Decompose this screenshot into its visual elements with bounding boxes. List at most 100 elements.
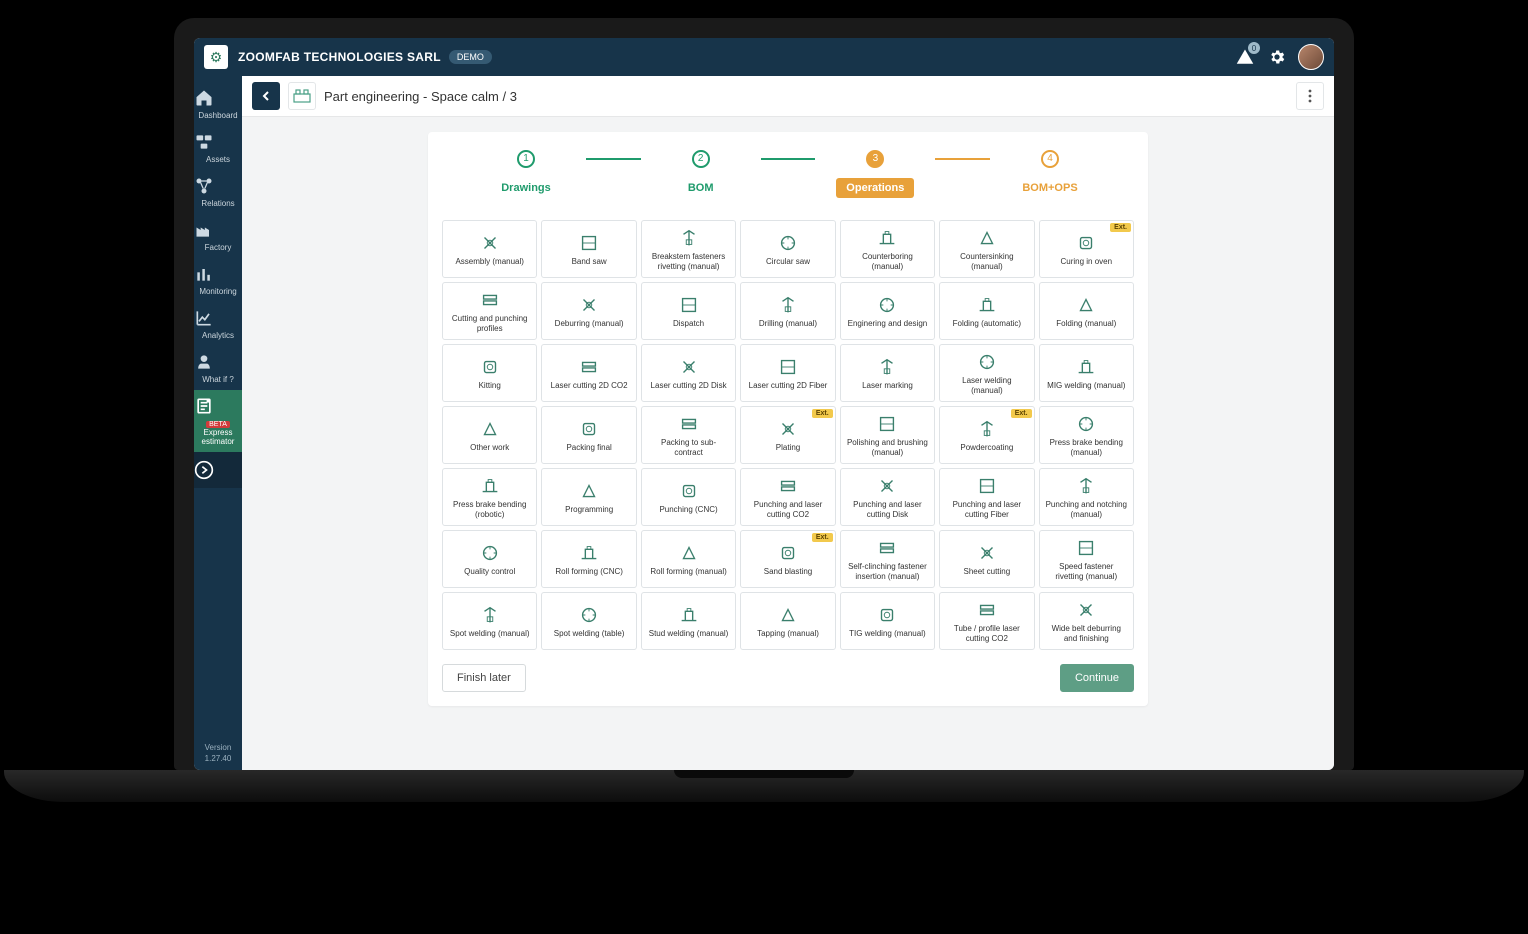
operation-enginering-and-design[interactable]: Enginering and design (840, 282, 935, 340)
operation-label: Countersinking (manual) (946, 252, 1027, 271)
operation-label: Laser cutting 2D Fiber (749, 381, 828, 391)
operation-sand-blasting[interactable]: Ext.Sand blasting (740, 530, 835, 588)
sidebar-item-analytics[interactable]: Analytics (194, 302, 242, 346)
operation-icon (876, 294, 898, 316)
operation-packing-final[interactable]: Packing final (541, 406, 636, 464)
operation-speed-fastener-rivetting-manual[interactable]: Speed fastener rivetting (manual) (1039, 530, 1134, 588)
back-button[interactable] (252, 82, 280, 110)
operation-deburring-manual[interactable]: Deburring (manual) (541, 282, 636, 340)
step-bom-ops[interactable]: 4BOM+OPS (990, 150, 1110, 196)
operation-label: Self-clinching fastener insertion (manua… (847, 562, 928, 581)
sub-header: Part engineering - Space calm / 3 (242, 76, 1334, 116)
operation-icon (1075, 356, 1097, 378)
operation-label: Cutting and punching profiles (449, 314, 530, 333)
step-operations[interactable]: 3Operations (815, 150, 935, 198)
operation-icon (777, 604, 799, 626)
operation-laser-cutting-2d-disk[interactable]: Laser cutting 2D Disk (641, 344, 736, 402)
operation-icon (976, 475, 998, 497)
operation-laser-cutting-2d-co2[interactable]: Laser cutting 2D CO2 (541, 344, 636, 402)
app-logo: ⚙ (204, 45, 228, 69)
operation-cutting-and-punching-profiles[interactable]: Cutting and punching profiles (442, 282, 537, 340)
operation-mig-welding-manual[interactable]: MIG welding (manual) (1039, 344, 1134, 402)
operation-icon (578, 232, 600, 254)
operation-programming[interactable]: Programming (541, 468, 636, 526)
operation-punching-cnc[interactable]: Punching (CNC) (641, 468, 736, 526)
operation-tapping-manual[interactable]: Tapping (manual) (740, 592, 835, 650)
finish-later-button[interactable]: Finish later (442, 664, 526, 692)
operation-icon (479, 542, 501, 564)
operation-label: Punching (CNC) (659, 505, 717, 515)
operation-laser-cutting-2d-fiber[interactable]: Laser cutting 2D Fiber (740, 344, 835, 402)
sidebar-item-what-if-[interactable]: What if ? (194, 346, 242, 390)
operation-spot-welding-manual[interactable]: Spot welding (manual) (442, 592, 537, 650)
operation-drilling-manual[interactable]: Drilling (manual) (740, 282, 835, 340)
operation-other-work[interactable]: Other work (442, 406, 537, 464)
operation-stud-welding-manual[interactable]: Stud welding (manual) (641, 592, 736, 650)
operation-packing-to-sub-contract[interactable]: Packing to sub-contract (641, 406, 736, 464)
operation-punching-and-laser-cutting-fiber[interactable]: Punching and laser cutting Fiber (939, 468, 1034, 526)
operation-label: MIG welding (manual) (1047, 381, 1125, 391)
operation-icon (678, 294, 700, 316)
operation-laser-marking[interactable]: Laser marking (840, 344, 935, 402)
sidebar-item-assets[interactable]: Assets (194, 126, 242, 170)
operation-plating[interactable]: Ext.Plating (740, 406, 835, 464)
operation-wide-belt-deburring-and-finishing[interactable]: Wide belt deburring and finishing (1039, 592, 1134, 650)
operation-press-brake-bending-robotic[interactable]: Press brake bending (robotic) (442, 468, 537, 526)
operation-roll-forming-cnc[interactable]: Roll forming (CNC) (541, 530, 636, 588)
sidebar-item-factory[interactable]: Factory (194, 214, 242, 258)
more-menu-button[interactable] (1296, 82, 1324, 110)
step-connector (761, 158, 816, 160)
sidebar-item-label: What if ? (194, 375, 242, 384)
operation-roll-forming-manual[interactable]: Roll forming (manual) (641, 530, 736, 588)
operation-powdercoating[interactable]: Ext.Powdercoating (939, 406, 1034, 464)
continue-button[interactable]: Continue (1060, 664, 1134, 692)
operation-curing-in-oven[interactable]: Ext.Curing in oven (1039, 220, 1134, 278)
operation-folding-automatic[interactable]: Folding (automatic) (939, 282, 1034, 340)
operation-assembly-manual[interactable]: Assembly (manual) (442, 220, 537, 278)
operation-label: Packing final (566, 443, 611, 453)
operation-punching-and-laser-cutting-disk[interactable]: Punching and laser cutting Disk (840, 468, 935, 526)
operation-spot-welding-table[interactable]: Spot welding (table) (541, 592, 636, 650)
operation-countersinking-manual[interactable]: Countersinking (manual) (939, 220, 1034, 278)
operation-label: Punching and laser cutting CO2 (747, 500, 828, 519)
operation-self-clinching-fastener-insertion-manual[interactable]: Self-clinching fastener insertion (manua… (840, 530, 935, 588)
operation-band-saw[interactable]: Band saw (541, 220, 636, 278)
operation-kitting[interactable]: Kitting (442, 344, 537, 402)
operation-tig-welding-manual[interactable]: TIG welding (manual) (840, 592, 935, 650)
operation-circular-saw[interactable]: Circular saw (740, 220, 835, 278)
sidebar-item-label: Factory (194, 243, 242, 252)
operation-breakstem-fasteners-rivetting-manual[interactable]: Breakstem fasteners rivetting (manual) (641, 220, 736, 278)
sidebar-item-dashboard[interactable]: Dashboard (194, 82, 242, 126)
operation-label: Stud welding (manual) (649, 629, 729, 639)
step-number: 1 (517, 150, 535, 168)
operation-icon (578, 604, 600, 626)
notifications-icon[interactable]: 0 (1232, 44, 1258, 70)
settings-icon[interactable] (1264, 44, 1290, 70)
sidebar-item-express-estimator[interactable]: BETAExpress estimator (194, 390, 242, 452)
operation-label: Laser cutting 2D CO2 (551, 381, 628, 391)
operation-punching-and-notching-manual[interactable]: Punching and notching (manual) (1039, 468, 1134, 526)
step-drawings[interactable]: 1Drawings (466, 150, 586, 196)
operation-folding-manual[interactable]: Folding (manual) (1039, 282, 1134, 340)
operation-sheet-cutting[interactable]: Sheet cutting (939, 530, 1034, 588)
sidebar-next-button[interactable] (194, 452, 242, 488)
operation-punching-and-laser-cutting-co2[interactable]: Punching and laser cutting CO2 (740, 468, 835, 526)
chart-icon (194, 308, 242, 328)
avatar[interactable] (1298, 44, 1324, 70)
operation-polishing-and-brushing-manual[interactable]: Polishing and brushing (manual) (840, 406, 935, 464)
beta-badge: BETA (206, 421, 230, 428)
operation-tube-profile-laser-cutting-co2[interactable]: Tube / profile laser cutting CO2 (939, 592, 1034, 650)
step-bom[interactable]: 2BOM (641, 150, 761, 196)
operation-label: Press brake bending (robotic) (449, 500, 530, 519)
sidebar-item-relations[interactable]: Relations (194, 170, 242, 214)
operation-quality-control[interactable]: Quality control (442, 530, 537, 588)
operation-laser-welding-manual[interactable]: Laser welding (manual) (939, 344, 1034, 402)
operation-press-brake-bending-manual[interactable]: Press brake bending (manual) (1039, 406, 1134, 464)
sidebar-item-label: Express estimator (194, 428, 242, 446)
operation-counterboring-manual[interactable]: Counterboring (manual) (840, 220, 935, 278)
operation-label: Laser welding (manual) (946, 376, 1027, 395)
operation-dispatch[interactable]: Dispatch (641, 282, 736, 340)
operation-icon (777, 418, 799, 440)
sidebar-item-monitoring[interactable]: Monitoring (194, 258, 242, 302)
operation-label: Deburring (manual) (555, 319, 624, 329)
